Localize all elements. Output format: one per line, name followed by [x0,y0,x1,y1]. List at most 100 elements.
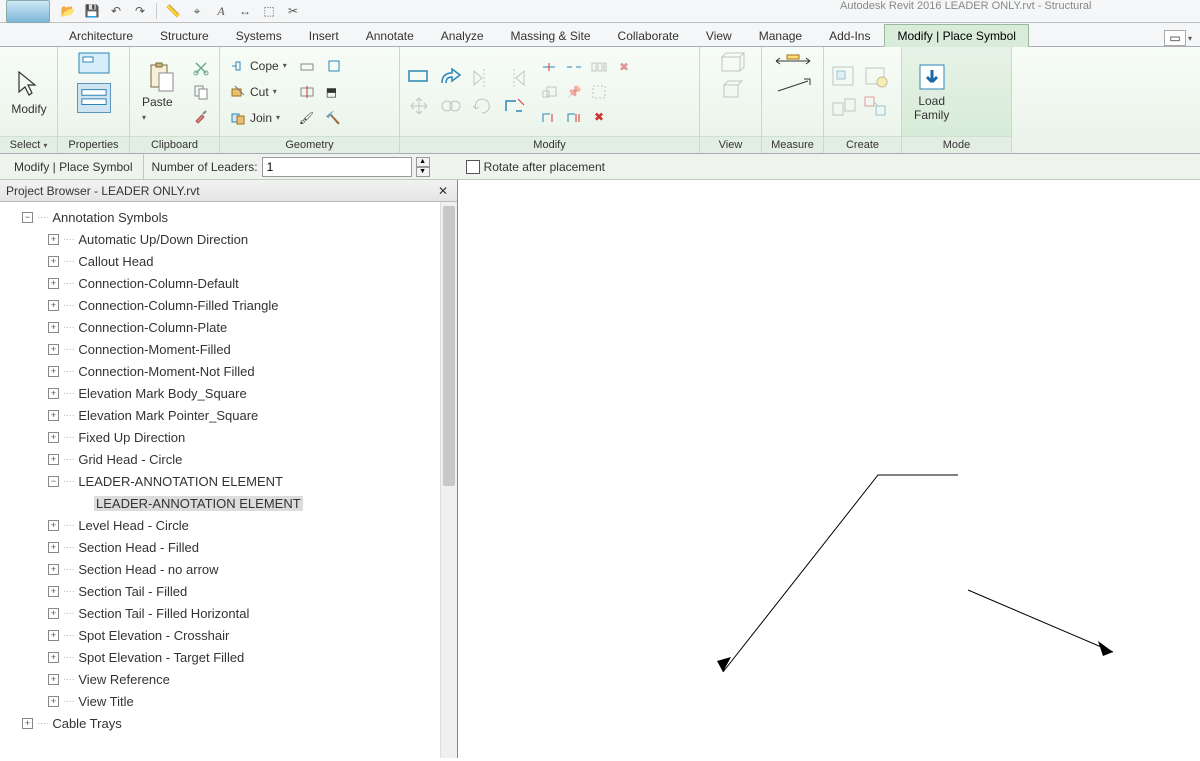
copy-move-icon[interactable] [438,95,464,117]
tree-expand-icon[interactable]: + [48,630,59,641]
demolish-button[interactable]: 🔨 [322,107,346,129]
tab-massing-site[interactable]: Massing & Site [498,24,604,46]
modify-button[interactable]: Modify [6,64,52,120]
tab-modify-place-symbol[interactable]: Modify | Place Symbol [884,24,1029,47]
rotate-icon[interactable] [470,95,496,117]
paint-button[interactable]: 🖌 [295,107,319,129]
split-element-icon[interactable] [538,56,560,78]
tree-expand-icon[interactable]: + [48,388,59,399]
tree-item[interactable]: Connection-Moment-Not Filled [78,364,254,379]
qat-redo-icon[interactable]: ↷ [130,1,150,21]
tree-expand-icon[interactable]: + [48,652,59,663]
align-icon[interactable] [406,67,432,89]
tree-item-leader-annotation-child[interactable]: LEADER-ANNOTATION ELEMENT [94,496,303,511]
tree-root-cable-trays[interactable]: Cable Trays [52,716,121,731]
tree-item[interactable]: Section Tail - Filled [78,584,187,599]
tree-item[interactable]: Callout Head [78,254,153,269]
tree-item[interactable]: Connection-Moment-Filled [78,342,230,357]
tab-analyze[interactable]: Analyze [428,24,497,46]
tab-manage[interactable]: Manage [746,24,815,46]
tree-expand-icon[interactable]: + [48,432,59,443]
load-family-button[interactable]: Load Family [908,57,955,125]
copy-clipboard-button[interactable] [189,81,213,103]
tree-item[interactable]: Level Head - Circle [78,518,189,533]
create-similar-icon[interactable] [830,94,858,120]
scale-icon[interactable] [538,81,560,103]
leaders-input[interactable] [262,157,412,177]
tree-expand-icon[interactable]: + [48,454,59,465]
tree-item[interactable]: Spot Elevation - Crosshair [78,628,229,643]
tab-add-ins[interactable]: Add-Ins [816,24,883,46]
match-type-button[interactable] [189,105,213,127]
view-box-icon[interactable] [716,51,746,75]
tree-expand-icon[interactable]: + [48,696,59,707]
cut-geometry-button[interactable]: Cut▾ [226,81,291,103]
qat-save-icon[interactable]: 💾 [82,1,102,21]
create-group-icon[interactable] [830,64,858,90]
qat-open-icon[interactable]: 📂 [58,1,78,21]
tree-expand-icon[interactable]: + [48,322,59,333]
tree-item[interactable]: Elevation Mark Pointer_Square [78,408,258,423]
qat-text-icon[interactable]: A [211,1,231,21]
trim-extend-multi-icon[interactable] [563,106,585,128]
split-face-button[interactable] [295,81,319,103]
tab-systems[interactable]: Systems [223,24,295,46]
tab-architecture[interactable]: Architecture [56,24,146,46]
tree-expand-icon[interactable]: + [48,278,59,289]
app-menu-button[interactable] [6,0,50,23]
tree-item[interactable]: Connection-Column-Plate [78,320,227,335]
create-parts-icon[interactable] [862,94,890,120]
tab-view[interactable]: View [693,24,745,46]
cut-clipboard-button[interactable] [189,57,213,79]
tab-structure[interactable]: Structure [147,24,222,46]
tree-expand-icon[interactable]: + [48,256,59,267]
join-geometry-button[interactable]: Join▾ [226,107,291,129]
tree-item[interactable]: Grid Head - Circle [78,452,182,467]
ribbon-minimize-caret-icon[interactable]: ▾ [1188,34,1192,43]
tree-item[interactable]: Connection-Column-Default [78,276,238,291]
qat-undo-icon[interactable]: ↶ [106,1,126,21]
tree-expand-icon[interactable]: + [48,564,59,575]
panel-select-title[interactable]: Select ▾ [0,136,57,153]
qat-section-icon[interactable]: ✂ [283,1,303,21]
trim-extend-single-icon[interactable] [538,106,560,128]
tab-insert[interactable]: Insert [296,24,352,46]
project-browser-scrollbar[interactable] [440,202,457,758]
tree-item[interactable]: Spot Elevation - Target Filled [78,650,244,665]
tree-root-annotation-symbols[interactable]: Annotation Symbols [52,210,168,225]
tree-item[interactable]: Elevation Mark Body_Square [78,386,246,401]
group-icon[interactable] [588,81,610,103]
mirror-axis-icon[interactable] [470,67,496,89]
paste-button[interactable]: Paste ▾ [136,57,185,127]
tree-item[interactable]: Connection-Column-Filled Triangle [78,298,278,313]
qat-measure-icon[interactable]: 📏 [163,1,183,21]
tree-item[interactable]: Automatic Up/Down Direction [78,232,248,247]
create-assembly-icon[interactable] [862,64,890,90]
tree-item[interactable]: View Reference [78,672,170,687]
tree-item[interactable]: Section Head - no arrow [78,562,218,577]
tree-expand-icon[interactable]: + [48,410,59,421]
tree-item[interactable]: View Title [78,694,133,709]
split-gap-icon[interactable] [563,56,585,78]
notch-button[interactable] [295,55,319,77]
offset-icon[interactable] [438,67,464,89]
ribbon-minimize-button[interactable]: ▭ [1164,30,1186,46]
measure-along-icon[interactable] [772,77,814,97]
view-cube-icon[interactable] [716,79,746,103]
project-browser-tree[interactable]: − ···· Annotation Symbols +····Automatic… [0,202,457,758]
spinner-up-icon[interactable]: ▲ [416,157,430,167]
tree-expand-icon[interactable]: + [22,718,33,729]
mirror-draw-icon[interactable] [502,67,528,89]
rotate-checkbox[interactable] [466,160,480,174]
tree-expand-icon[interactable]: + [48,608,59,619]
wall-opening-button[interactable] [322,55,346,77]
cope-button[interactable]: Cope▾ [226,55,291,77]
trim-icon[interactable] [502,95,528,117]
unpin-icon[interactable]: ✖ [613,56,635,78]
tree-collapse-icon[interactable]: − [22,212,33,223]
tree-expand-icon[interactable]: + [48,344,59,355]
beam-join-button[interactable]: ⬒ [322,81,346,103]
tree-expand-icon[interactable]: + [48,586,59,597]
tree-expand-icon[interactable]: + [48,366,59,377]
tree-collapse-icon[interactable]: − [48,476,59,487]
